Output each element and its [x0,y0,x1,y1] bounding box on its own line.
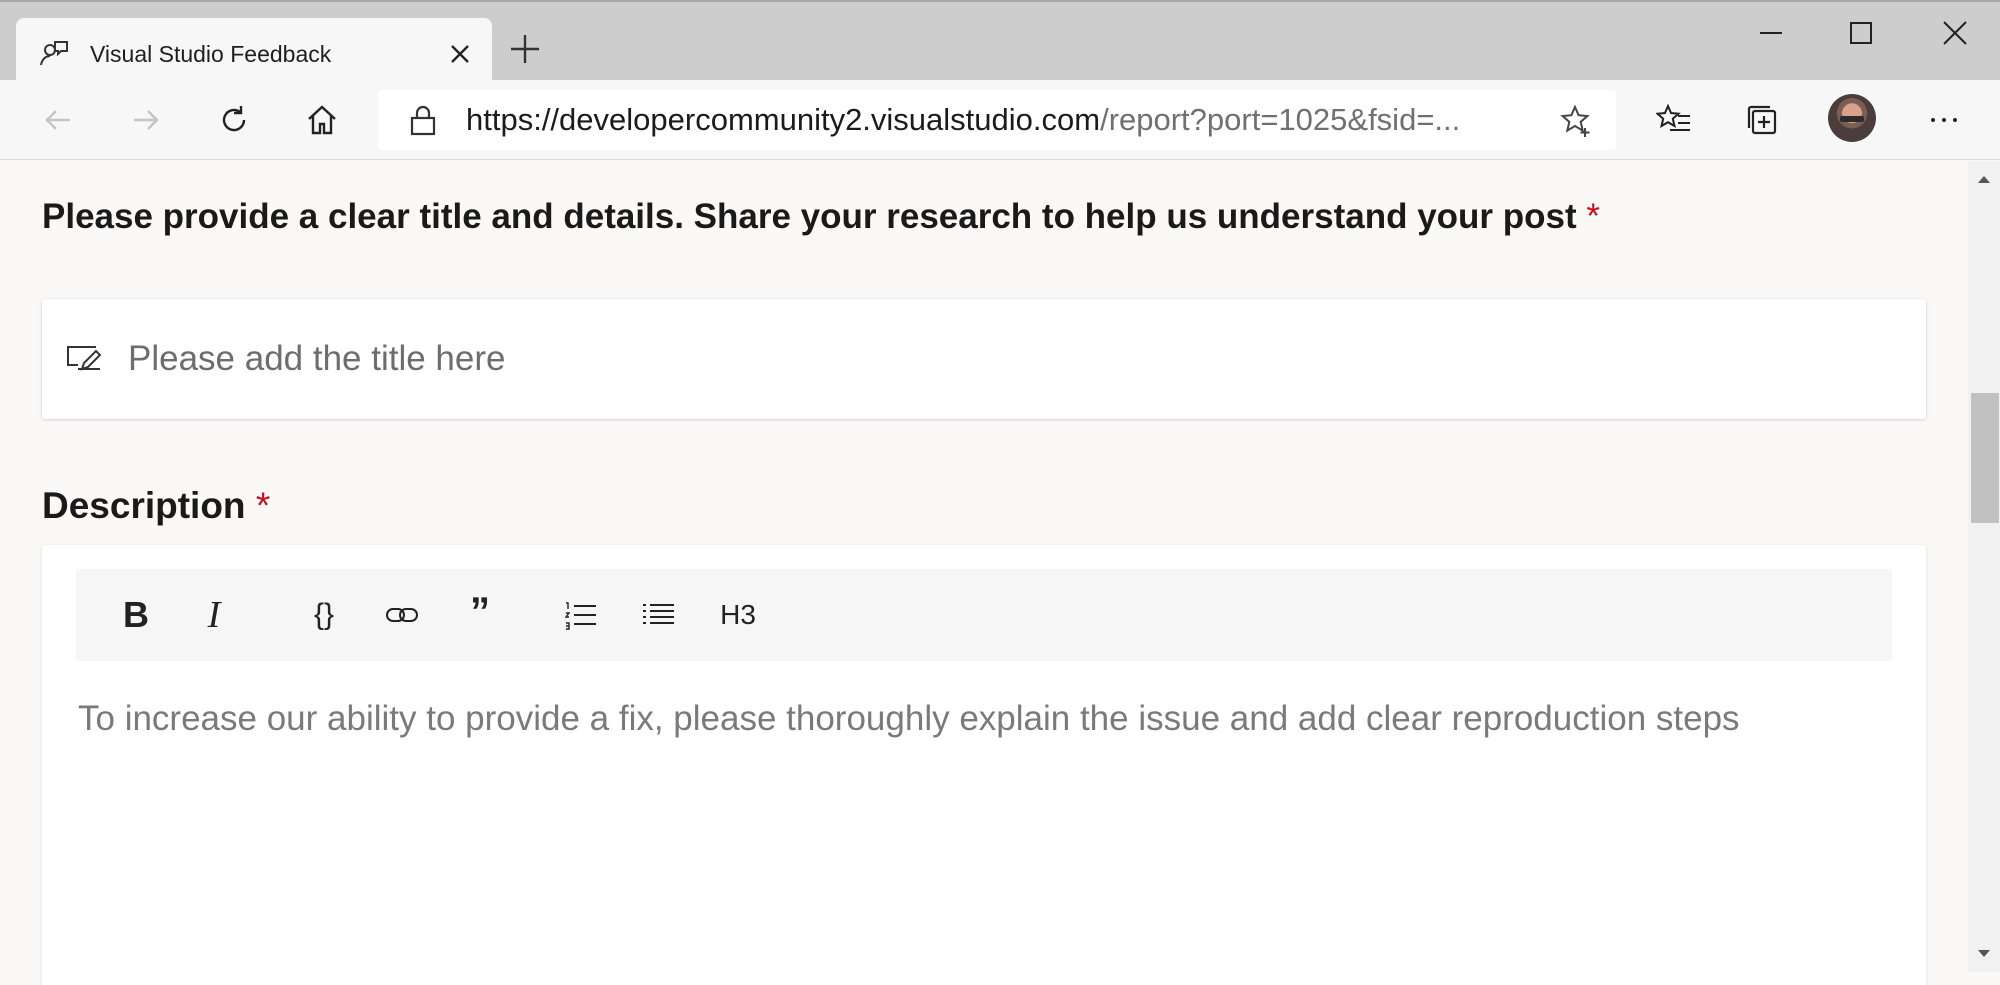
new-tab-icon[interactable] [508,32,542,66]
description-label-text: Description [42,485,246,526]
quote-button[interactable]: ” [456,591,504,639]
profile-avatar[interactable] [1828,94,1876,142]
link-icon [386,608,418,622]
home-icon[interactable] [304,102,340,138]
section-title-text: Please provide a clear title and details… [42,197,1577,236]
add-favorite-icon[interactable] [1560,104,1594,138]
code-label: {} [313,598,335,631]
link-button[interactable] [378,591,426,639]
url-path: /report?port=1025&fsid=... [1100,102,1461,137]
description-input[interactable] [78,695,1898,955]
tab-title: Visual Studio Feedback [90,41,332,67]
bold-label: B [123,594,149,635]
title-field-card [42,299,1926,419]
numbered-list-button[interactable] [556,591,604,639]
scroll-up-icon[interactable] [1968,169,2000,189]
page-content: Please provide a clear title and details… [0,161,1968,985]
close-window-icon[interactable] [1938,16,1972,50]
description-label: Description * [42,483,270,529]
heading-label: H3 [720,599,756,630]
scroll-thumb[interactable] [1971,393,1999,523]
refresh-icon[interactable] [216,102,252,138]
bullet-list-button[interactable] [634,591,682,639]
back-icon[interactable] [40,102,76,138]
heading-button[interactable]: H3 [710,591,766,639]
section-title: Please provide a clear title and details… [42,195,1600,239]
browser-toolbar: https://developercommunity2.visualstudio… [0,80,2000,160]
minimize-icon[interactable] [1754,16,1788,50]
forward-icon[interactable] [128,102,164,138]
address-bar[interactable]: https://developercommunity2.visualstudio… [378,90,1616,150]
italic-label: I [207,594,221,636]
required-marker: * [1586,197,1601,236]
collections-icon[interactable] [1744,102,1780,138]
lock-icon[interactable] [408,104,438,136]
url-domain: https://developercommunity2.visualstudio… [466,102,1101,137]
code-button[interactable]: {} [300,591,348,639]
required-marker: * [255,485,271,526]
browser-tab[interactable]: Visual Studio Feedback [16,18,492,84]
maximize-icon[interactable] [1844,16,1878,50]
feedback-person-icon [40,41,68,66]
title-input[interactable] [128,331,1888,387]
title-bar: Visual Studio Feedback [0,0,2000,84]
scroll-down-icon[interactable] [1968,944,2000,964]
format-toolbar: B I {} ” H3 [76,569,1892,661]
url-text[interactable]: https://developercommunity2.visualstudio… [466,103,1460,137]
favorites-icon[interactable] [1656,102,1692,138]
italic-button[interactable]: I [190,591,238,639]
numbered-list-icon [564,602,596,630]
bold-button[interactable]: B [112,591,160,639]
page-scrollbar[interactable] [1968,161,2000,972]
tab-close-icon[interactable] [444,38,476,70]
edit-title-icon [67,346,102,371]
bullet-list-icon [643,604,674,624]
quote-label: ” [470,590,490,634]
description-editor: B I {} ” H3 To increase our ability to p… [42,545,1926,985]
more-icon[interactable] [1926,102,1962,138]
